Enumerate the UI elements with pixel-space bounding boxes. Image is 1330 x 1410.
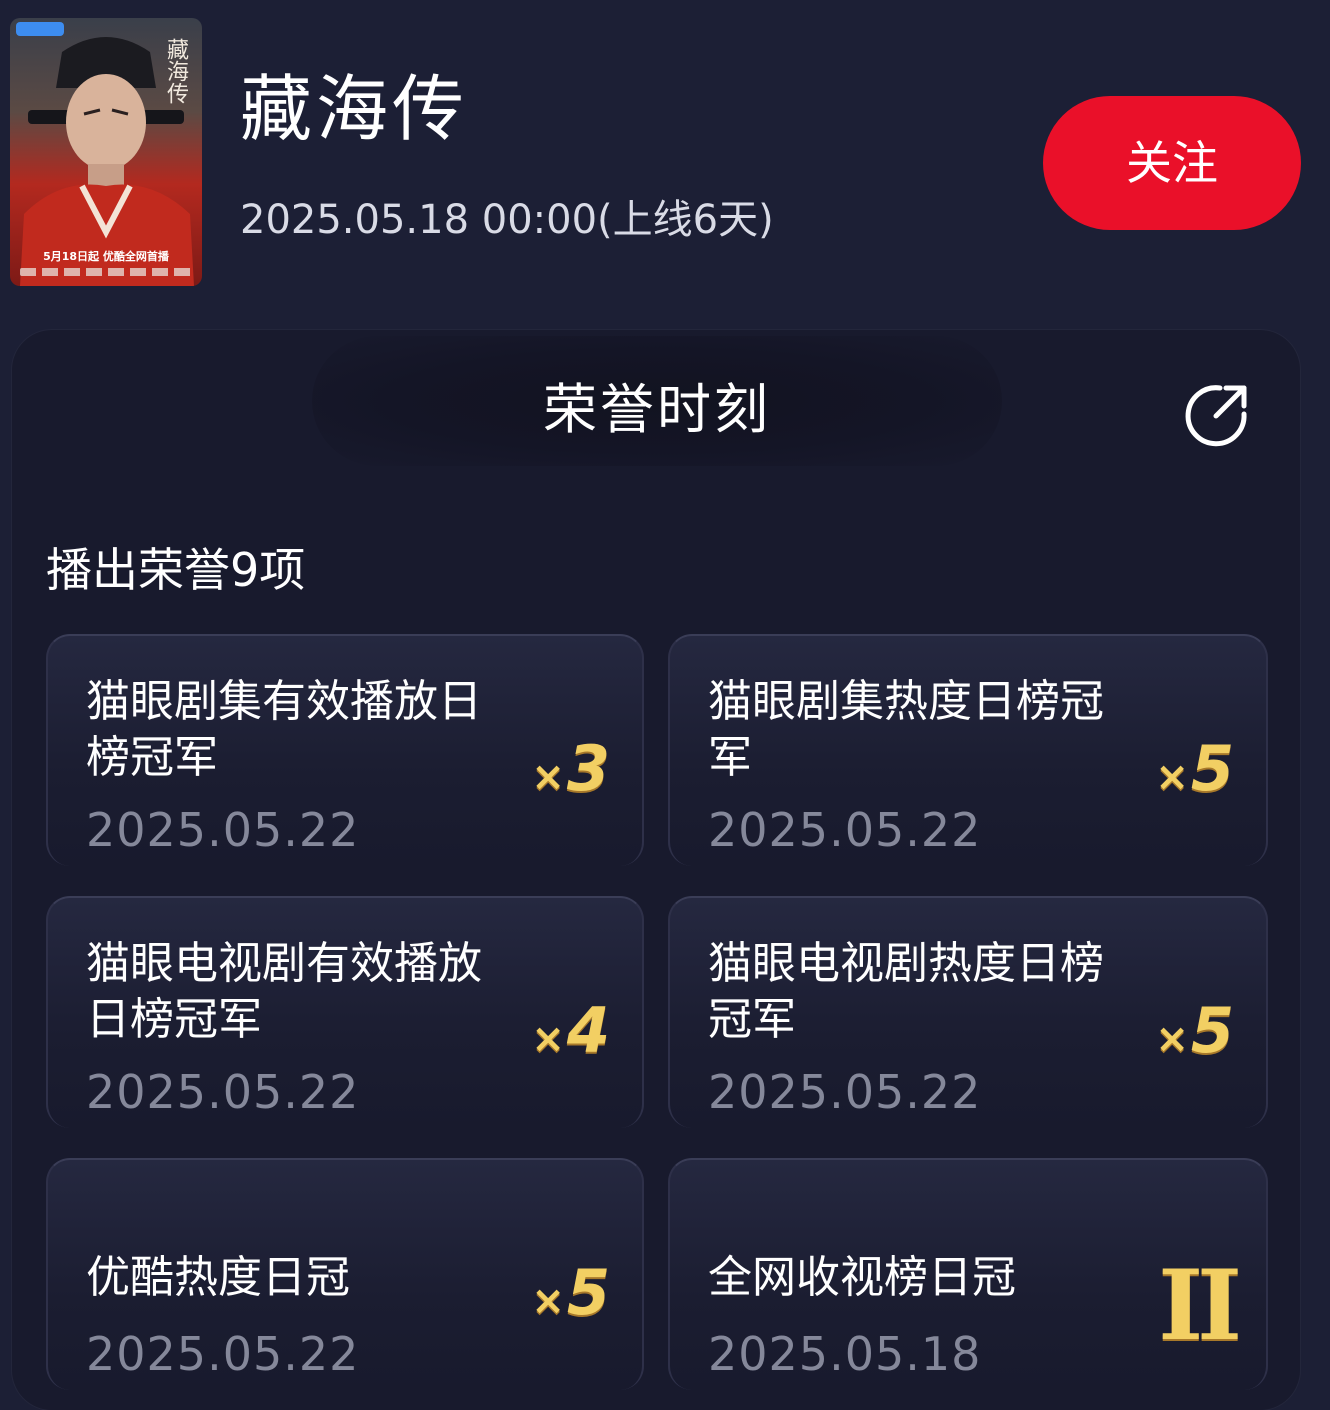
- honor-card[interactable]: 猫眼剧集有效播放日榜冠军 2025.05.22 ×3: [46, 634, 644, 866]
- honor-count: ×5: [1155, 732, 1234, 805]
- honor-name: 猫眼电视剧有效播放日榜冠军: [86, 938, 482, 1045]
- panel-header: 荣誉时刻: [312, 336, 1002, 466]
- follow-button[interactable]: 关注: [1043, 96, 1301, 230]
- poster-badge: [16, 22, 64, 36]
- honor-card[interactable]: 猫眼剧集热度日榜冠军 2025.05.22 ×5: [668, 634, 1268, 866]
- poster-caption: 5月18日起 优酷全网首播: [43, 250, 169, 263]
- share-button[interactable]: [1180, 380, 1252, 452]
- panel-title: 荣誉时刻: [543, 378, 771, 441]
- honor-count: ×4: [531, 994, 610, 1067]
- honor-count: ×5: [1155, 994, 1234, 1067]
- poster-title: 藏海传: [163, 38, 188, 104]
- section-title: 播出荣誉9项: [46, 543, 306, 597]
- poster-platform-strip: [20, 268, 192, 276]
- honor-card[interactable]: 优酷热度日冠 2025.05.22 ×5: [46, 1158, 644, 1390]
- honor-card[interactable]: 猫眼电视剧热度日榜冠军 2025.05.22 ×5: [668, 896, 1268, 1128]
- honor-name: 全网收视榜日冠: [708, 1252, 1016, 1303]
- honor-name: 优酷热度日冠: [86, 1252, 350, 1303]
- honor-name: 猫眼剧集热度日榜冠军: [708, 676, 1104, 783]
- honor-card[interactable]: 全网收视榜日冠 2025.05.18 II: [668, 1158, 1268, 1390]
- show-title: 藏海传: [240, 67, 469, 151]
- honor-date: 2025.05.22: [86, 1065, 360, 1119]
- honor-name: 猫眼剧集有效播放日榜冠军: [86, 676, 482, 783]
- honor-date: 2025.05.22: [86, 1327, 360, 1381]
- honor-count: ×3: [531, 732, 610, 805]
- honor-card[interactable]: 猫眼电视剧有效播放日榜冠军 2025.05.22 ×4: [46, 896, 644, 1128]
- share-icon: [1185, 385, 1247, 447]
- honor-count: ×5: [531, 1256, 610, 1329]
- honor-date: 2025.05.22: [708, 803, 982, 857]
- honor-date: 2025.05.18: [708, 1327, 982, 1381]
- honor-date: 2025.05.22: [708, 1065, 982, 1119]
- honors-grid: 猫眼剧集有效播放日榜冠军 2025.05.22 ×3 猫眼剧集热度日榜冠军 20…: [46, 634, 1270, 1390]
- honor-name: 猫眼电视剧热度日榜冠军: [708, 938, 1104, 1045]
- release-date: 2025.05.18 00:00(上线6天): [240, 197, 774, 243]
- honor-count: II: [1158, 1249, 1242, 1362]
- honors-panel: 荣誉时刻 播出荣誉9项 猫眼剧集有效播放日榜冠军 2025.05.22 ×3 猫…: [12, 330, 1300, 1410]
- honor-date: 2025.05.22: [86, 803, 360, 857]
- show-poster[interactable]: 藏海传 5月18日起 优酷全网首播: [10, 18, 202, 286]
